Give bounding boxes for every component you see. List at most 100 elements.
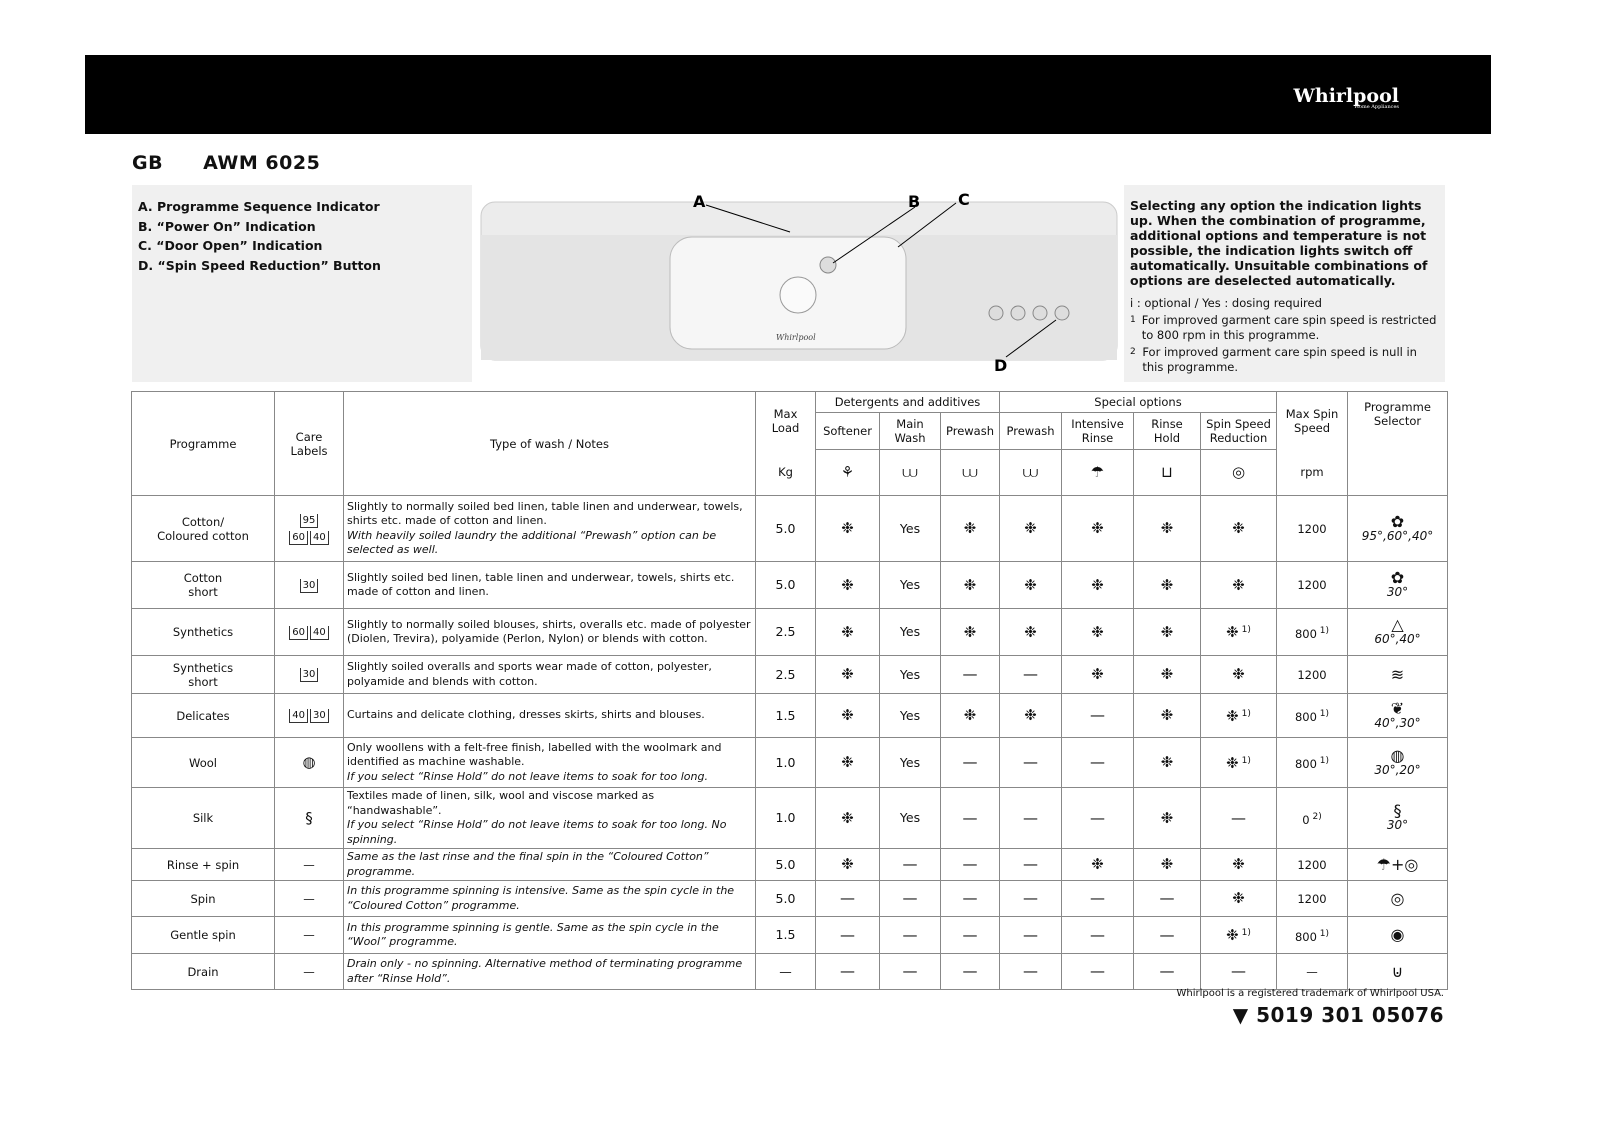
notes: Slightly to normally soiled blouses, shi… (343, 608, 756, 656)
option-value: — (1159, 889, 1175, 907)
option-cell: ❉ (999, 693, 1062, 738)
option-cell: ❉ 1) (1200, 693, 1277, 738)
option-value: ❉ (1024, 519, 1037, 537)
option-value: ❉ (1226, 623, 1239, 642)
table-row: Spin — In this programme spinning is inten… (131, 880, 1448, 917)
option-value: — (962, 665, 978, 683)
programme-selector: ❦ 40°,30° (1347, 693, 1448, 738)
max-spin: 1200 (1276, 848, 1348, 881)
care-labels: — (274, 880, 344, 917)
option-cell: — (940, 787, 1000, 849)
option-cell: ❉ (999, 495, 1062, 562)
care-label-icon: 30 (310, 709, 329, 723)
option-cell: — (999, 848, 1062, 881)
notes: Curtains and delicate clothing, dresses … (343, 693, 756, 738)
header-softener: Softener (815, 412, 880, 450)
softener-icon: ⚘ (840, 463, 855, 481)
spin-value: 800 (1294, 756, 1317, 771)
option-cell: ❉ (1133, 787, 1201, 849)
header-intensive: Intensive Rinse (1061, 412, 1134, 450)
panel-brand: Whirlpool (776, 333, 816, 342)
header-programme: Programme (131, 391, 275, 496)
option-value: — (962, 808, 978, 827)
option-cell: — (940, 655, 1000, 694)
option-cell: ❉ (940, 561, 1000, 609)
option-value: ❉ (1024, 706, 1037, 724)
selector-temps: 30°,20° (1374, 762, 1421, 777)
max-spin: 1200 (1276, 495, 1348, 562)
header-special: Special options (999, 391, 1277, 413)
max-load: 5.0 (755, 848, 816, 881)
panel-legend: A. Programme Sequence Indicator B. “Powe… (132, 185, 472, 382)
option-cell: — (815, 916, 880, 954)
notes-italic: In this programme spinning is gentle. Sa… (347, 920, 719, 949)
spin-value: 1200 (1297, 667, 1327, 682)
option-cell: ❉ (940, 608, 1000, 656)
header-mainwash: Main Wash (879, 412, 941, 450)
option-cell: — (999, 953, 1062, 990)
notes-text: Slightly soiled bed linen, table linen a… (347, 570, 735, 599)
notes: Slightly soiled bed linen, table linen a… (343, 561, 756, 609)
care-labels: 40 30 (274, 693, 344, 738)
option-cell: — (940, 848, 1000, 881)
legend-item: C. “Door Open” Indication (138, 238, 323, 253)
option-value: ❉ (963, 519, 977, 537)
notes-italic: If you select “Rinse Hold” do not leave … (347, 818, 727, 846)
care-labels: 95 60 40 (274, 495, 344, 562)
programme-name: Synthetics short (131, 655, 275, 694)
option-cell: — (1133, 953, 1201, 990)
option-value: — (1023, 925, 1038, 944)
option-cell: ❉ (940, 693, 1000, 738)
key-text: i : optional / Yes : dosing required (1130, 296, 1322, 310)
header-icon-cell: ◎ (1200, 449, 1277, 496)
drain-icon: ⊍ (1391, 961, 1404, 981)
notes: In this programme spinning is gentle. Sa… (343, 916, 756, 954)
programme-name: Gentle spin (131, 916, 275, 954)
synthetics-short-icon: ≋ (1390, 664, 1405, 684)
notes-italic: Same as the last rinse and the final spi… (347, 850, 709, 878)
option-value: ❉ (841, 855, 854, 873)
table-row: Synthetics short 30 Slightly soiled overal… (131, 655, 1448, 694)
spin-value: 800 (1294, 929, 1317, 944)
rinse-hold-icon: ⊔ (1161, 463, 1173, 481)
programme-name: Synthetics (131, 608, 275, 656)
option-cell: — (1200, 787, 1277, 849)
footnote-text: For improved garment care spin speed is … (1141, 313, 1437, 342)
option-value: ❉ (841, 665, 854, 683)
care-label-icon: 40 (310, 530, 329, 545)
option-value: — (1090, 889, 1105, 907)
header-kg: Kg (755, 449, 816, 496)
option-cell: ❉ (1061, 848, 1134, 881)
care-label-icon: 40 (289, 709, 308, 723)
care-labels: § (274, 787, 344, 849)
option-cell: — (1061, 880, 1134, 917)
country: GB (132, 152, 164, 174)
table-row: Delicates 40 30 Curtains and delicate cloth… (131, 693, 1448, 738)
programme-table: Programme Care Labels Type of wash / Not… (131, 391, 1448, 990)
programme-name: Silk (131, 787, 275, 849)
programme-name: Spin (131, 880, 275, 917)
option-value: — (840, 889, 855, 907)
header-icon-cell: ⩊ (999, 449, 1062, 496)
option-value: ❉ (1232, 575, 1245, 594)
option-cell: — (940, 953, 1000, 990)
option-cell: — (940, 737, 1000, 788)
option-value: ❉ (1160, 622, 1174, 641)
notes: Only woollens with a felt-free finish, l… (343, 737, 756, 788)
code: 5019 301 05076 (1256, 1003, 1444, 1027)
programme-name: Cotton/ Coloured cotton (131, 495, 275, 562)
spin-value: 0 (1302, 812, 1310, 827)
spin-icon: ◎ (1231, 463, 1246, 481)
option-cell: Yes (879, 495, 941, 562)
notes-text: Slightly soiled overalls and sports wear… (347, 660, 712, 688)
footnote-1: 1 For improved garment care spin speed is… (1130, 313, 1439, 343)
option-cell: — (1133, 880, 1201, 917)
care-labels: ◍ (274, 737, 344, 788)
header-selector: Programme Selector (1347, 391, 1448, 496)
option-value: ❉ (1160, 855, 1174, 873)
option-value: — (840, 925, 855, 944)
footnote-2: 2 For improved garment care spin speed is… (1130, 345, 1439, 375)
programme-selector: ◍ 30°,20° (1347, 737, 1448, 788)
spin-value: 1200 (1297, 521, 1327, 536)
max-load: 1.5 (755, 916, 816, 954)
